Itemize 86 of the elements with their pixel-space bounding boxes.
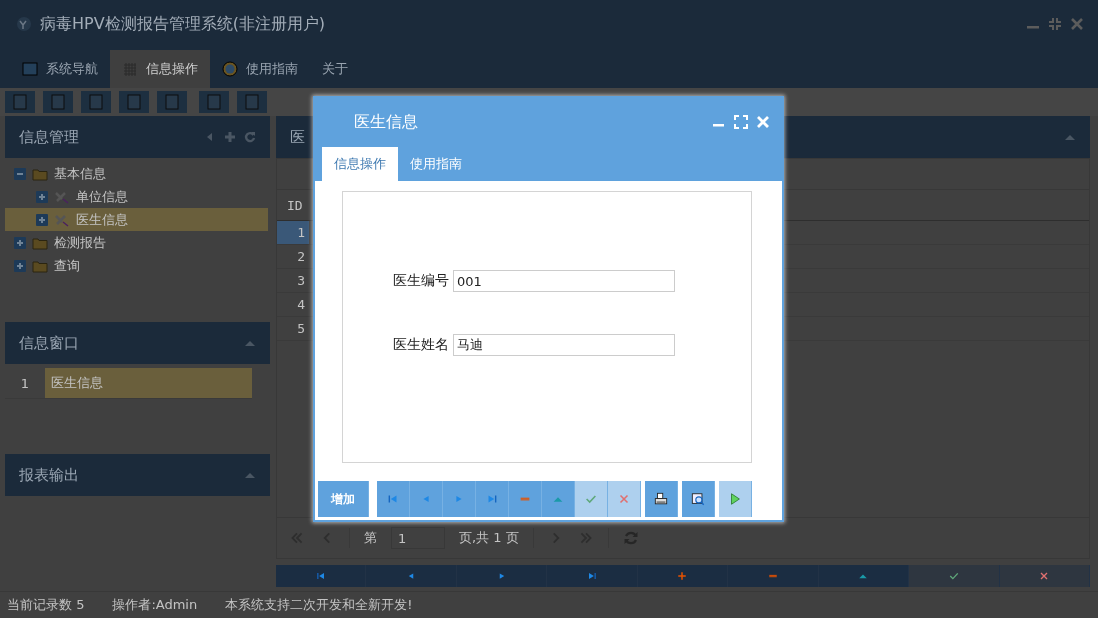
folder-icon bbox=[32, 166, 48, 181]
skip-first-icon bbox=[314, 570, 327, 582]
status-text: 本系统支持二次开发和全新开发! bbox=[225, 596, 413, 614]
action-button[interactable] bbox=[456, 565, 548, 587]
action-button[interactable] bbox=[366, 565, 457, 587]
menu-tab[interactable]: 系统导航 bbox=[10, 50, 110, 88]
action-button[interactable] bbox=[728, 565, 819, 587]
print-button[interactable] bbox=[645, 481, 678, 517]
toolbar-icon[interactable] bbox=[157, 91, 187, 113]
toolbar-icon[interactable] bbox=[199, 91, 229, 113]
collapse-icon[interactable] bbox=[244, 471, 256, 479]
close-icon[interactable] bbox=[1070, 17, 1084, 31]
tree-item[interactable]: 医生信息 bbox=[5, 208, 268, 231]
panel-title: 医 bbox=[290, 127, 305, 147]
menu-tab[interactable]: 使用指南 bbox=[210, 50, 310, 88]
prev-button[interactable] bbox=[410, 481, 443, 517]
pager-label: 第 bbox=[364, 529, 377, 547]
panel-title: 信息窗口 bbox=[19, 333, 79, 353]
pager-label: 页,共 1 页 bbox=[459, 529, 519, 547]
tools-icon bbox=[54, 212, 70, 227]
expander-icon[interactable] bbox=[36, 213, 48, 226]
monitor-icon bbox=[22, 61, 38, 77]
preview-button[interactable] bbox=[682, 481, 715, 517]
collapse-icon[interactable] bbox=[244, 339, 256, 347]
magnifier-icon bbox=[691, 492, 705, 506]
page-field[interactable]: 1 bbox=[391, 527, 445, 549]
refresh-icon[interactable] bbox=[244, 131, 256, 143]
up-button[interactable] bbox=[542, 481, 575, 517]
toolbar-icon[interactable] bbox=[81, 91, 111, 113]
tree-item[interactable]: 单位信息 bbox=[5, 185, 268, 208]
dialog-tab[interactable]: 信息操作 bbox=[322, 147, 398, 181]
panel-title: 信息管理 bbox=[19, 127, 79, 147]
check-icon bbox=[947, 570, 960, 582]
refresh-icon[interactable] bbox=[622, 530, 639, 546]
folder-icon bbox=[32, 258, 48, 273]
toolbar-icon[interactable] bbox=[43, 91, 73, 113]
action-button[interactable] bbox=[818, 565, 910, 587]
first-button[interactable] bbox=[377, 481, 410, 517]
skip-last-icon bbox=[586, 570, 599, 582]
restore-icon[interactable] bbox=[1048, 17, 1062, 31]
expander-icon[interactable] bbox=[14, 236, 26, 249]
cross-icon bbox=[617, 492, 631, 506]
field-label: 医生姓名 bbox=[393, 336, 449, 354]
action-button[interactable] bbox=[637, 565, 729, 587]
table-cell[interactable]: 3 bbox=[277, 269, 309, 292]
help-icon bbox=[222, 61, 238, 77]
delete-button[interactable] bbox=[509, 481, 542, 517]
menu-tab[interactable]: 信息操作 bbox=[110, 50, 210, 88]
table-cell[interactable]: 4 bbox=[277, 293, 309, 316]
last-button[interactable] bbox=[476, 481, 509, 517]
printer-icon bbox=[654, 492, 668, 506]
collapse-icon[interactable] bbox=[1064, 133, 1076, 141]
toolbar-icon[interactable] bbox=[237, 91, 267, 113]
window-title: 病毒HPV检测报告管理系统(非注册用户) bbox=[40, 13, 327, 35]
plus-icon bbox=[676, 570, 689, 582]
table-cell[interactable]: 1 bbox=[277, 221, 309, 244]
logo-icon bbox=[16, 16, 32, 32]
input-field[interactable]: 马迪 bbox=[453, 334, 675, 356]
toolbar-icon[interactable] bbox=[5, 91, 35, 113]
maximize-icon[interactable] bbox=[734, 115, 748, 129]
table-cell[interactable]: 5 bbox=[277, 317, 309, 340]
field-label: 医生编号 bbox=[393, 272, 449, 290]
tools-icon bbox=[54, 189, 70, 204]
expander-icon[interactable] bbox=[36, 190, 48, 203]
row-number: 1 bbox=[19, 374, 31, 393]
panel-title: 报表输出 bbox=[19, 465, 79, 485]
input-field[interactable]: 001 bbox=[453, 270, 675, 292]
tree-item[interactable]: 查询 bbox=[5, 254, 268, 277]
next-button[interactable] bbox=[443, 481, 476, 517]
table-cell[interactable]: 2 bbox=[277, 245, 309, 268]
add-icon[interactable] bbox=[224, 131, 236, 143]
column-header: ID bbox=[286, 197, 303, 213]
toolbar-icon[interactable] bbox=[119, 91, 149, 113]
play-icon bbox=[728, 492, 742, 506]
status-text: 当前记录数 5 bbox=[7, 596, 85, 614]
action-button[interactable] bbox=[547, 565, 638, 587]
tree-item[interactable]: 基本信息 bbox=[5, 162, 268, 185]
window-list-item[interactable]: 医生信息 bbox=[45, 368, 252, 398]
tree-item[interactable]: 检测报告 bbox=[5, 231, 268, 254]
folder-icon bbox=[32, 235, 48, 250]
expander-icon[interactable] bbox=[14, 167, 26, 180]
dialog-title: 医生信息 bbox=[354, 111, 418, 133]
action-button[interactable] bbox=[276, 565, 367, 587]
menu-tab[interactable]: 关于 bbox=[310, 50, 360, 88]
expander-icon[interactable] bbox=[14, 259, 26, 272]
status-text: 操作者:Admin bbox=[112, 596, 198, 614]
